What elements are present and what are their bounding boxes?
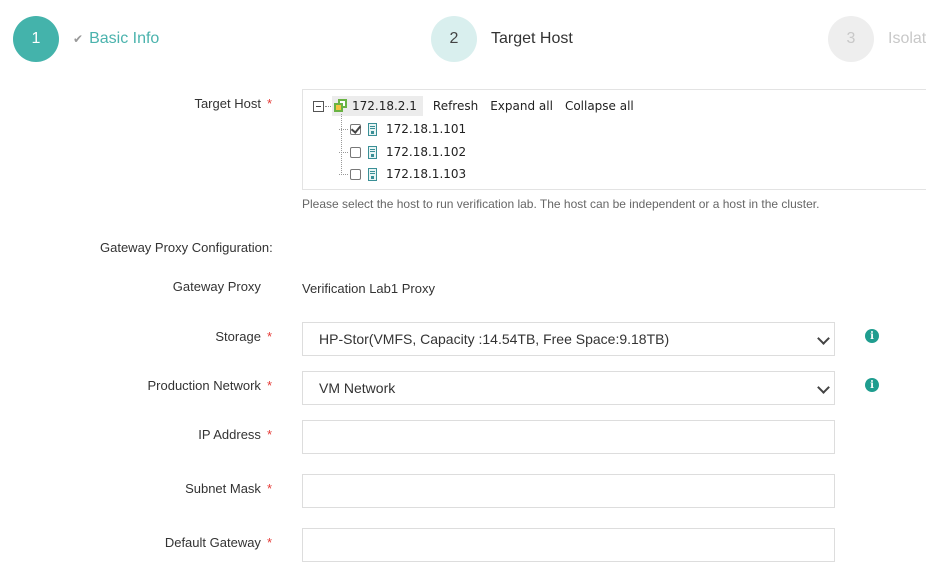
collapse-all-link[interactable]: Collapse all <box>565 99 634 113</box>
step-number-circle: 2 <box>431 16 477 62</box>
label-text: Storage <box>215 329 261 344</box>
wizard-step-isolation: 3 Isolat <box>828 16 926 62</box>
production-network-select[interactable]: VM Network <box>302 371 835 405</box>
vcenter-icon <box>334 99 348 113</box>
ip-address-label: IP Address * <box>198 427 272 442</box>
target-host-label: Target Host * <box>194 96 272 111</box>
gateway-proxy-label: Gateway Proxy* <box>173 279 272 294</box>
info-icon[interactable]: i <box>865 378 879 392</box>
step-label: Basic Info <box>89 30 160 47</box>
storage-label: Storage * <box>215 329 272 344</box>
selected-value: HP-Stor(VMFS, Capacity :14.54TB, Free Sp… <box>319 331 670 347</box>
step-label: Target Host <box>491 30 573 47</box>
tree-connector <box>339 128 348 130</box>
info-icon[interactable]: i <box>865 329 879 343</box>
host-label: 172.18.1.102 <box>386 145 467 159</box>
gateway-proxy-section-title: Gateway Proxy Configuration: <box>100 240 273 255</box>
host-checkbox[interactable] <box>350 123 361 135</box>
expand-all-link[interactable]: Expand all <box>490 99 553 113</box>
host-icon <box>368 167 377 181</box>
label-text: Default Gateway <box>164 535 261 550</box>
selected-value: VM Network <box>319 380 396 396</box>
label-text: Target Host <box>194 96 261 111</box>
wizard-step-target-host[interactable]: 2 Target Host <box>431 16 573 62</box>
subnet-mask-input[interactable] <box>302 474 835 508</box>
ip-address-input[interactable] <box>302 420 835 454</box>
wizard-step-basic-info[interactable]: 1 ✔ Basic Info <box>13 16 159 62</box>
tree-node-host[interactable]: 172.18.1.103 <box>339 167 466 181</box>
tree-connector <box>339 151 348 153</box>
tree-node-host[interactable]: 172.18.1.102 <box>339 145 466 159</box>
target-host-hint: Please select the host to run verificati… <box>302 197 820 211</box>
tree-root-row: 172.18.2.1 Refresh Expand all Collapse a… <box>313 96 634 116</box>
checkmark-icon: ✔ <box>73 32 84 46</box>
chevron-down-icon <box>817 381 830 394</box>
collapse-toggle-icon[interactable] <box>313 100 324 112</box>
host-label: 172.18.1.103 <box>386 167 467 181</box>
label-text: Gateway Proxy <box>172 279 261 294</box>
host-label: 172.18.1.101 <box>386 122 467 136</box>
tree-node-host[interactable]: 172.18.1.101 <box>339 122 466 136</box>
root-label: 172.18.2.1 <box>352 99 417 113</box>
refresh-link[interactable]: Refresh <box>433 99 478 113</box>
required-mark: * <box>266 96 272 111</box>
tree-root-node[interactable]: 172.18.2.1 <box>332 96 423 116</box>
subnet-mask-label: Subnet Mask * <box>185 481 272 496</box>
chevron-down-icon <box>817 332 830 345</box>
tree-connector <box>325 105 331 107</box>
required-mark: * <box>266 329 272 344</box>
step-number-circle: 3 <box>828 16 874 62</box>
step-label: Isolat <box>888 30 926 47</box>
host-checkbox[interactable] <box>350 146 361 158</box>
step-number-circle: 1 <box>13 16 59 62</box>
label-text: IP Address <box>198 427 261 442</box>
required-mark: * <box>266 535 272 550</box>
host-checkbox[interactable] <box>350 168 361 180</box>
required-mark: * <box>266 427 272 442</box>
host-icon <box>368 145 377 159</box>
required-mark: * <box>266 378 272 393</box>
default-gateway-label: Default Gateway * <box>165 535 272 550</box>
storage-select[interactable]: HP-Stor(VMFS, Capacity :14.54TB, Free Sp… <box>302 322 835 356</box>
label-text: Subnet Mask <box>185 481 261 496</box>
host-tree: 172.18.2.1 Refresh Expand all Collapse a… <box>302 89 926 190</box>
host-icon <box>368 122 377 136</box>
default-gateway-input[interactable] <box>302 528 835 562</box>
production-network-label: Production Network * <box>147 378 272 393</box>
tree-connector <box>339 173 348 175</box>
required-mark: * <box>266 481 272 496</box>
gateway-proxy-value: Verification Lab1 Proxy <box>302 281 435 296</box>
label-text: Production Network <box>147 378 261 393</box>
